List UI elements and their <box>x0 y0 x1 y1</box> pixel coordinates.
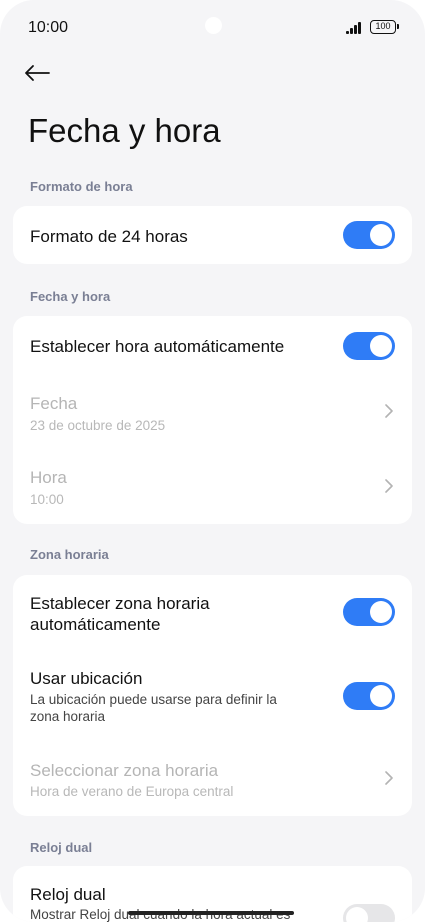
row-date[interactable]: Fecha 23 de octubre de 2025 <box>13 378 412 450</box>
home-indicator[interactable] <box>128 911 294 915</box>
row-select-timezone-value: Hora de verano de Europa central <box>30 784 234 799</box>
row-date-title: Fecha <box>30 394 78 413</box>
camera-cutout <box>205 17 222 34</box>
card-date-time: Establecer hora automáticamente Fecha 23… <box>13 316 412 524</box>
section-label-dual-clock: Reloj dual <box>30 840 93 855</box>
row-time[interactable]: Hora 10:00 <box>13 452 412 524</box>
signal-icon <box>346 22 364 34</box>
row-auto-timezone-title-2: automáticamente <box>30 615 161 634</box>
back-button[interactable] <box>24 58 60 88</box>
toggle-auto-time[interactable] <box>343 332 395 360</box>
toggle-dual-clock[interactable] <box>343 904 395 922</box>
toggle-use-location[interactable] <box>343 682 395 710</box>
page-title: Fecha y hora <box>28 112 221 149</box>
section-label-time-format: Formato de hora <box>30 179 133 194</box>
card-time-format: Formato de 24 horas <box>13 206 412 264</box>
toggle-24h-format[interactable] <box>343 221 395 249</box>
chevron-right-icon <box>385 771 393 785</box>
row-time-value: 10:00 <box>30 492 64 507</box>
chevron-right-icon <box>385 404 393 418</box>
row-auto-time-title: Establecer hora automáticamente <box>30 337 285 356</box>
row-auto-timezone[interactable]: Establecer zona horaria automáticamente <box>13 575 412 651</box>
status-bar: 10:00 100 <box>0 0 425 56</box>
row-time-title: Hora <box>30 468 67 487</box>
row-select-timezone-title: Seleccionar zona horaria <box>30 761 219 780</box>
back-arrow-icon <box>25 65 50 81</box>
row-date-value: 23 de octubre de 2025 <box>30 418 166 433</box>
status-time: 10:00 <box>28 19 69 36</box>
card-timezone: Establecer zona horaria automáticamente … <box>13 575 412 816</box>
row-select-timezone[interactable]: Seleccionar zona horaria Hora de verano … <box>13 741 412 816</box>
row-dual-clock-title: Reloj dual <box>30 885 106 904</box>
row-use-location-title: Usar ubicación <box>30 669 143 688</box>
row-use-location-sub-2: zona horaria <box>30 709 106 724</box>
row-auto-timezone-title-1: Establecer zona horaria <box>30 594 210 613</box>
chevron-right-icon <box>385 479 393 493</box>
section-label-date-time: Fecha y hora <box>30 289 111 304</box>
row-24h-format[interactable]: Formato de 24 horas <box>13 206 412 264</box>
battery-icon: 100 <box>370 20 399 34</box>
row-24h-format-title: Formato de 24 horas <box>30 227 188 246</box>
toggle-auto-timezone[interactable] <box>343 598 395 626</box>
row-use-location-sub-1: La ubicación puede usarse para definir l… <box>30 692 277 707</box>
row-auto-time[interactable]: Establecer hora automáticamente <box>13 316 412 376</box>
row-use-location[interactable]: Usar ubicación La ubicación puede usarse… <box>13 655 412 735</box>
screen: 10:00 100 Fecha y hora Formato de hora F… <box>0 0 425 922</box>
section-label-timezone: Zona horaria <box>30 547 109 562</box>
